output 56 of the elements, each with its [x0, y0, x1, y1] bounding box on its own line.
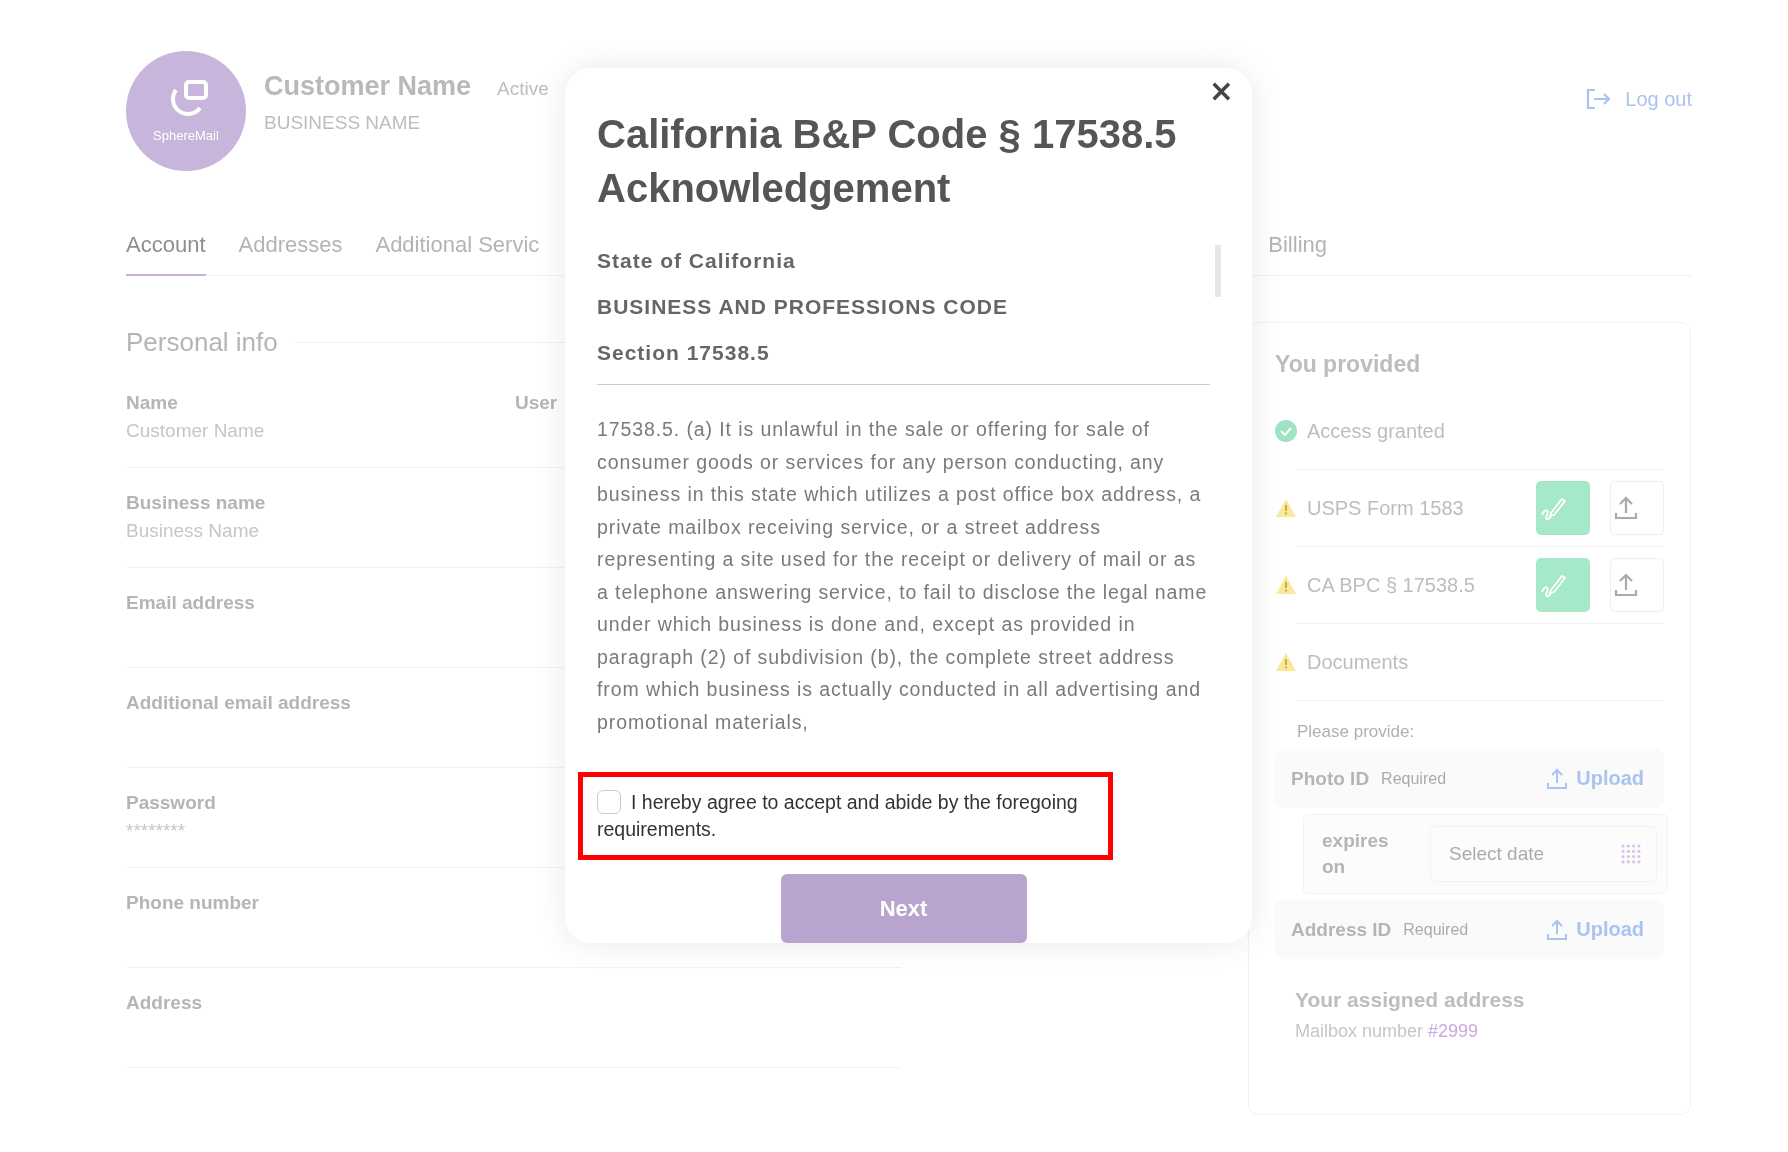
agreement-checkbox[interactable]: I hereby agree to accept and abide by the foregoing requirements.: [597, 789, 1096, 843]
tab[interactable]: Billing: [1268, 232, 1327, 276]
sign-button[interactable]: [1536, 558, 1590, 612]
item-label: CA BPC § 17538.5: [1307, 573, 1476, 597]
assigned-address-title: Your assigned address: [1295, 987, 1526, 1013]
logo: SphereMail: [126, 51, 246, 171]
modal-title: California B&P Code § 17538.5 Acknowledgement: [597, 111, 1178, 212]
business-name: BUSINESS NAME: [264, 112, 422, 134]
field-label: Business name: [126, 491, 267, 515]
date-field[interactable]: Select date: [1430, 826, 1657, 882]
logout-icon: [1585, 87, 1612, 111]
next-button[interactable]: Next: [780, 874, 1027, 943]
logout-link[interactable]: Log out: [1585, 87, 1692, 111]
section-label: Please provide:: [1297, 700, 1664, 743]
account-status: Active: [497, 78, 549, 100]
section-title: Personal info: [126, 326, 278, 358]
calendar-icon: [1620, 843, 1642, 865]
document-label: Address ID: [1291, 918, 1392, 941]
item-label: USPS Form 1583: [1307, 496, 1465, 520]
field-label: Email address: [126, 591, 256, 615]
document-label: Photo ID: [1291, 767, 1370, 790]
law-heading: State of California: [597, 248, 797, 274]
upload-link[interactable]: Upload: [1546, 767, 1644, 790]
field-label: Phone number: [126, 891, 260, 915]
upload-icon: [1546, 918, 1569, 941]
law-heading: BUSINESS AND PROFESSIONS CODE: [597, 294, 1009, 320]
field-value: ********: [126, 819, 187, 843]
scrollbar-thumb[interactable]: [1215, 245, 1221, 297]
document-label: expires on: [1322, 829, 1390, 879]
customer-name: Customer Name: [264, 71, 472, 102]
field-label: Additional email address: [126, 691, 352, 715]
mailbox-number: Mailbox number #2999: [1295, 1021, 1480, 1042]
field-value: Business Name: [126, 519, 261, 543]
tab[interactable]: Additional Servic: [375, 232, 540, 276]
tab[interactable]: Account: [126, 232, 206, 276]
item-label: Access granted: [1307, 419, 1446, 443]
close-button[interactable]: ×: [1202, 76, 1240, 106]
field-label: User: [515, 391, 558, 415]
upload-button[interactable]: [1610, 481, 1664, 535]
sign-button[interactable]: [1536, 481, 1590, 535]
law-text: 17538.5. (a) It is unlawful in the sale or offering for sale of consumer goods or services for any person conducting, any business in this state which utilizes a post office box address, a private mailbox receiving service, or a street address representing a site used for the receipt or delivery of mail or as a telephone answering service, to fail to disclose the legal name under which business is done and, except as provided in paragraph (2) of subdivision (b), the complete street address from which business is actually conducted in all advertising and promotional materials,: [597, 417, 1209, 735]
upload-link[interactable]: Upload: [1546, 918, 1644, 941]
upload-icon: [1613, 495, 1639, 521]
upload-icon: [1613, 572, 1639, 598]
upload-button[interactable]: [1610, 558, 1664, 612]
field-value: Customer Name: [126, 419, 266, 443]
item-label: Documents: [1307, 650, 1410, 674]
field-label: Address: [126, 991, 204, 1015]
field-label: Password: [126, 791, 217, 815]
law-heading: Section 17538.5: [597, 340, 771, 366]
upload-icon: [1546, 767, 1569, 790]
required-note: Required: [1381, 769, 1448, 788]
required-note: Required: [1403, 920, 1470, 939]
tab[interactable]: Addresses: [238, 232, 343, 276]
field-label: Name: [126, 391, 179, 415]
panel-title: You provided: [1275, 350, 1422, 379]
